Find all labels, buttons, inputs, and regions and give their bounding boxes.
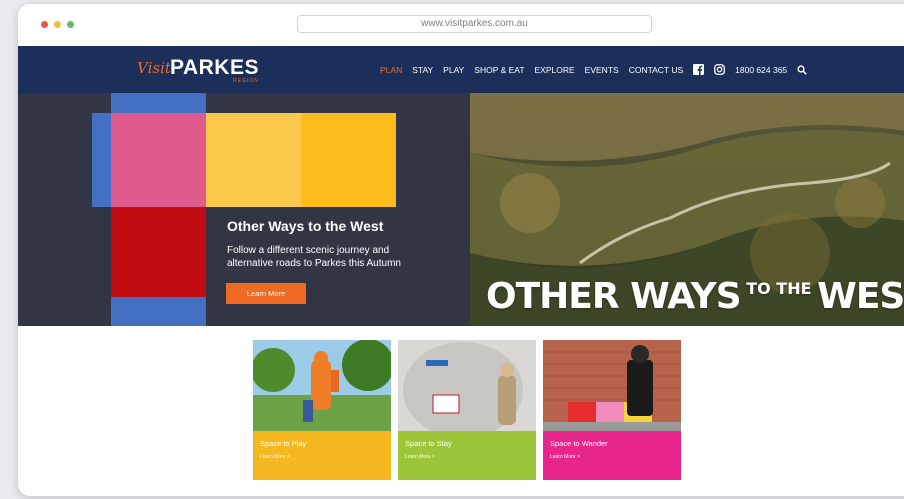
red-block [111, 207, 206, 297]
card-wander-link[interactable]: Learn More > [550, 454, 580, 460]
yellow-block [206, 113, 301, 207]
site-header: Visit PARKES REGION PLAN STAY PLAY SHOP … [18, 46, 904, 93]
gold-block [301, 113, 396, 207]
card-stay-image [398, 340, 536, 431]
nav-item-stay[interactable]: STAY [412, 65, 433, 75]
maximize-window-dot[interactable] [67, 21, 74, 28]
browser-window: www.visitparkes.com.au Visit PARKES REGI… [18, 4, 904, 496]
overlay-to-the: TO THE [746, 279, 812, 298]
browser-chrome: www.visitparkes.com.au [18, 4, 904, 44]
nav-item-shop-eat[interactable]: SHOP & EAT [474, 65, 524, 75]
close-window-dot[interactable] [41, 21, 48, 28]
card-space-to-play[interactable]: Space to Play Learn More > [253, 340, 391, 480]
nav-item-plan[interactable]: PLAN [380, 65, 402, 75]
nav-item-explore[interactable]: EXPLORE [535, 65, 575, 75]
hero-overlay-text: OTHER WAYS TO THE WEST [486, 276, 904, 317]
overlay-other-ways: OTHER WAYS [486, 276, 742, 317]
card-stay-link[interactable]: Learn More > [405, 454, 435, 460]
stay-photo [398, 340, 536, 431]
blue-side-block [92, 113, 111, 207]
pink-block [111, 113, 206, 207]
logo-region-text: REGION [233, 78, 259, 84]
main-menu: PLAN STAY PLAY SHOP & EAT EXPLORE EVENTS… [380, 46, 807, 93]
hero-photo: OTHER WAYS TO THE WEST [470, 93, 904, 326]
facebook-icon[interactable] [693, 64, 705, 75]
card-stay-footer: Space to Stay Learn More > [398, 431, 536, 480]
nav-item-contact-us[interactable]: CONTACT US [629, 65, 683, 75]
card-space-to-stay[interactable]: Space to Stay Learn More > [398, 340, 536, 480]
nav-item-play[interactable]: PLAY [443, 65, 464, 75]
overlay-west: WEST [817, 276, 904, 317]
phone-number[interactable]: 1800 624 365 [735, 65, 787, 75]
wander-photo [543, 340, 681, 431]
feature-cards: Space to Play Learn More > Space to Stay… [253, 340, 688, 480]
hero-banner: Other Ways to the West Follow a differen… [18, 93, 904, 326]
hero-title: Other Ways to the West [227, 218, 384, 234]
card-play-image [253, 340, 391, 431]
card-space-to-wander[interactable]: Space to Wander Learn More > [543, 340, 681, 480]
play-photo [253, 340, 391, 431]
logo-visit-text: Visit [137, 59, 171, 77]
nav-item-events[interactable]: EVENTS [585, 65, 619, 75]
card-play-title: Space to Play [260, 439, 307, 448]
logo-parkes-text: PARKES [170, 56, 259, 79]
card-wander-footer: Space to Wander Learn More > [543, 431, 681, 480]
address-bar[interactable]: www.visitparkes.com.au [297, 15, 652, 33]
hero-subtitle: Follow a different scenic journey and al… [227, 245, 401, 269]
card-play-link[interactable]: Learn More > [260, 454, 290, 460]
minimize-window-dot[interactable] [54, 21, 61, 28]
card-wander-title: Space to Wander [550, 439, 608, 448]
hero-learn-more-button[interactable]: Learn More [226, 283, 306, 304]
instagram-icon[interactable] [714, 64, 726, 75]
hero-panel: Other Ways to the West Follow a differen… [18, 93, 470, 326]
card-play-footer: Space to Play Learn More > [253, 431, 391, 480]
card-wander-image [543, 340, 681, 431]
search-icon[interactable] [797, 64, 807, 75]
card-stay-title: Space to Stay [405, 439, 452, 448]
